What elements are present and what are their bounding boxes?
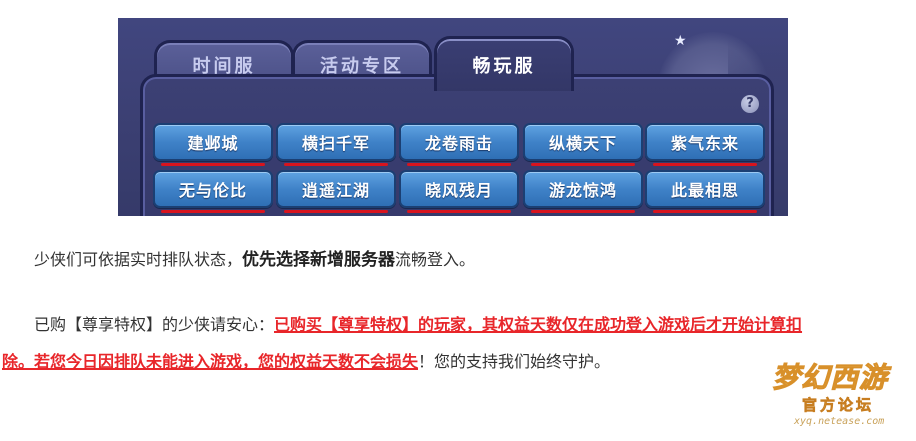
server-button[interactable]: 纵横天下 [523, 123, 643, 166]
red-underline [284, 163, 388, 166]
server-label: 晓风残月 [424, 181, 493, 200]
red-underline [284, 210, 388, 213]
p1-text: 少侠们可依据实时排队状态， [34, 250, 243, 269]
server-label: 此最相思 [670, 181, 739, 200]
server-label: 纵横天下 [548, 134, 617, 153]
game-screenshot: ★ ✦ 时间服 活动专区 畅玩服 ? 建邺城 横扫千军 龙卷雨击 纵横天下 紫气… [118, 18, 788, 216]
server-button[interactable]: 此最相思 [645, 170, 765, 213]
server-label: 无与伦比 [178, 181, 247, 200]
server-label: 游龙惊鸿 [548, 181, 617, 200]
p1-text-end: 流畅登入。 [395, 250, 476, 269]
logo-title: 梦幻西游 [771, 361, 889, 395]
logo-subtitle: 官方论坛 [802, 396, 875, 415]
red-underline [653, 163, 757, 166]
star-icon: ★ [674, 33, 687, 49]
server-button[interactable]: 建邺城 [153, 123, 273, 166]
server-button[interactable]: 龙卷雨击 [399, 123, 519, 166]
p1-bold-text: 优先选择新增服务器 [242, 250, 396, 270]
tab-changwan-active[interactable]: 畅玩服 [434, 36, 574, 91]
server-button[interactable]: 无与伦比 [153, 170, 273, 213]
logo-url: xyq.netease.com [794, 416, 885, 427]
server-label: 紫气东来 [670, 134, 739, 153]
red-underline [531, 210, 635, 213]
red-underline [407, 210, 511, 213]
server-list-panel: ? 建邺城 横扫千军 龙卷雨击 纵横天下 紫气东来 无与伦比 逍遥江湖 晓风残月… [140, 74, 774, 216]
red-underline [653, 210, 757, 213]
red-underline [407, 163, 511, 166]
server-button[interactable]: 紫气东来 [645, 123, 765, 166]
server-label: 逍遥江湖 [301, 181, 370, 200]
server-button[interactable]: 横扫千军 [276, 123, 396, 166]
server-label: 横扫千军 [301, 134, 370, 153]
server-button[interactable]: 游龙惊鸿 [523, 170, 643, 213]
notice-paragraph-2: 已购【尊享特权】的少侠请安心：已购买【尊享特权】的玩家，其权益天数仅在成功登入游… [34, 313, 802, 337]
p2-red-emphasis: 已购买【尊享特权】的玩家，其权益天数仅在成功登入游戏后才开始计算扣 [274, 315, 803, 334]
help-icon[interactable]: ? [741, 95, 759, 113]
server-button[interactable]: 晓风残月 [399, 170, 519, 213]
red-underline [531, 163, 635, 166]
server-label: 建邺城 [187, 134, 239, 153]
server-label: 龙卷雨击 [424, 134, 493, 153]
server-button[interactable]: 逍遥江湖 [276, 170, 396, 213]
notice-paragraph-1: 少侠们可依据实时排队状态，优先选择新增服务器流畅登入。 [34, 248, 475, 272]
forum-logo: 梦幻西游 官方论坛 xyq.netease.com [771, 356, 912, 436]
p2-text: 已购【尊享特权】的少侠请安心： [34, 315, 275, 334]
red-underline [161, 163, 265, 166]
p3-red-emphasis: 除。若您今日因排队未能进入游戏，您的权益天数不会损失 [2, 352, 419, 371]
red-underline [161, 210, 265, 213]
p3-text-end: ！您的支持我们始终守护。 [418, 352, 611, 371]
notice-paragraph-3: 除。若您今日因排队未能进入游戏，您的权益天数不会损失！您的支持我们始终守护。 [2, 350, 610, 374]
